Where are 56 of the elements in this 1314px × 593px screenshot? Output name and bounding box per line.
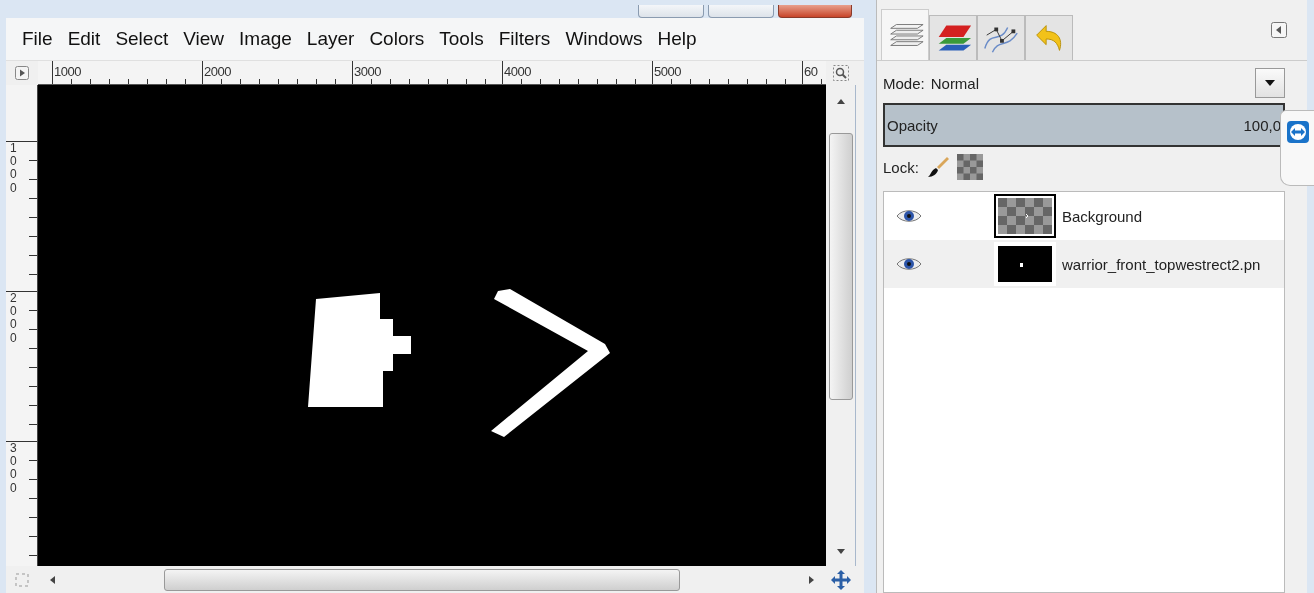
ruler-label: 1000 xyxy=(53,64,81,79)
mode-dropdown-button[interactable] xyxy=(1255,68,1285,98)
eye-icon[interactable] xyxy=(896,256,922,272)
dock-tab[interactable] xyxy=(929,15,977,60)
lock-label: Lock: xyxy=(883,158,919,176)
menu-item[interactable]: View xyxy=(177,28,234,50)
paintbrush-icon[interactable] xyxy=(926,156,949,178)
opacity-label: Opacity xyxy=(887,116,938,134)
menu-item[interactable]: Tools xyxy=(433,28,493,50)
dropdown-arrow-icon xyxy=(1265,80,1275,86)
collapse-icon[interactable] xyxy=(1271,22,1287,38)
navigate-icon[interactable] xyxy=(830,568,852,591)
layer-name: Background xyxy=(1062,207,1143,225)
ruler-label: 4000 xyxy=(503,64,531,79)
ruler-label: 2000 xyxy=(203,64,231,79)
horizontal-scrollbar-thumb[interactable] xyxy=(164,568,680,591)
maximize-button[interactable] xyxy=(708,5,774,18)
dock-tab[interactable] xyxy=(881,9,929,60)
scroll-right-arrow[interactable] xyxy=(808,574,816,585)
ruler-label: 1000 xyxy=(9,142,18,195)
menu-item[interactable]: Select xyxy=(109,28,178,50)
close-button[interactable] xyxy=(778,5,852,18)
ruler-label: 3000 xyxy=(353,64,381,79)
layer-thumbnail xyxy=(994,242,1056,286)
scroll-down-arrow[interactable] xyxy=(835,548,846,556)
image-canvas[interactable] xyxy=(38,85,826,566)
minimize-button[interactable] xyxy=(638,5,704,18)
layer-thumbnail xyxy=(994,194,1056,238)
layer-row[interactable]: warrior_front_topwestrect2.pn xyxy=(884,240,1284,288)
zoom-icon[interactable] xyxy=(833,65,849,81)
menu-item[interactable]: Image xyxy=(233,28,301,50)
ruler-label: 60 xyxy=(803,64,818,79)
menu-item[interactable]: Windows xyxy=(559,28,652,50)
play-icon[interactable] xyxy=(15,66,29,80)
mode-value: Normal xyxy=(930,74,981,92)
scroll-up-arrow[interactable] xyxy=(835,97,846,105)
side-panel-tab[interactable] xyxy=(1280,110,1314,186)
opacity-value: 100,0 xyxy=(1243,116,1281,134)
ruler-label: 5000 xyxy=(653,64,681,79)
vertical-scrollbar-thumb[interactable] xyxy=(828,133,853,400)
eye-icon[interactable] xyxy=(896,208,922,224)
ruler-label: 2000 xyxy=(9,292,18,345)
menu-item[interactable]: Filters xyxy=(492,28,560,50)
opacity-slider[interactable]: Opacity 100,0 xyxy=(883,103,1285,147)
menu-item[interactable]: Help xyxy=(651,28,706,50)
layer-name: warrior_front_topwestrect2.pn xyxy=(1062,255,1261,273)
ruler-label: 3000 xyxy=(9,442,18,495)
mode-label: Mode: xyxy=(883,74,925,92)
menu-item[interactable]: Colors xyxy=(363,28,434,50)
menu-item[interactable]: File xyxy=(16,28,62,50)
dock-tab[interactable] xyxy=(977,15,1025,60)
checkerboard-icon[interactable] xyxy=(956,154,983,180)
menu-item[interactable]: Edit xyxy=(61,28,110,50)
menu-item[interactable]: Layer xyxy=(300,28,364,50)
double-arrow-icon xyxy=(1286,121,1309,143)
scroll-left-arrow[interactable] xyxy=(48,574,56,585)
